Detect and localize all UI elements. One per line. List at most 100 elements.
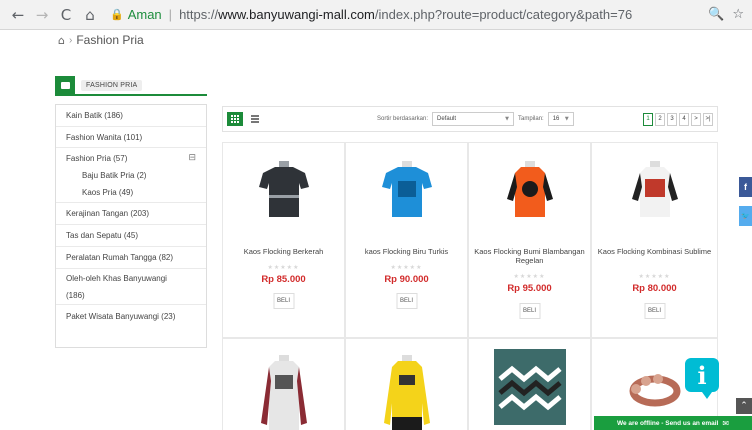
lock-icon: 🔒	[110, 8, 124, 21]
product-image-tshirt[interactable]	[253, 159, 315, 221]
twitter-icon: 🐦	[741, 212, 750, 220]
zoom-icon[interactable]: 🔍	[708, 7, 724, 22]
home-icon[interactable]: ⌂	[80, 5, 100, 25]
breadcrumb-home-icon[interactable]: ⌂	[58, 34, 65, 47]
envelope-icon: ✉	[722, 418, 730, 428]
sidebar-item-kerajinan-tangan[interactable]: Kerajinan Tangan (203)	[56, 203, 206, 225]
sidebar-item-label: Tas dan Sepatu (45)	[66, 231, 139, 240]
breadcrumb: ⌂ › Fashion Pria	[58, 33, 144, 47]
url-host: www.banyuwangi-mall.com	[218, 7, 375, 22]
address-bar[interactable]: https://www.banyuwangi-mall.com/index.ph…	[179, 7, 632, 22]
sort-select[interactable]: Default ▼	[432, 112, 515, 126]
limit-select[interactable]: 16 ▼	[547, 112, 574, 126]
sidebar-subitem-kaos-pria[interactable]: Kaos Pria (49)	[56, 183, 206, 203]
url-scheme: https://	[179, 7, 219, 22]
product-image-tshirt[interactable]	[624, 159, 686, 221]
buy-button[interactable]: BELI	[273, 293, 294, 309]
product-image-tshirt[interactable]	[376, 353, 438, 430]
browser-toolbar: ← → C ⌂ 🔒 Aman | https://www.banyuwangi-…	[0, 0, 752, 30]
rating-stars: ★★★★★	[513, 273, 546, 280]
page-2[interactable]: 2	[655, 112, 665, 126]
chat-offline-label: We are offline - Send us an email	[616, 419, 719, 427]
facebook-icon: f	[744, 182, 747, 192]
chevron-down-icon: ▼	[505, 116, 510, 122]
product-name[interactable]: Kaos Flocking Berkerah	[227, 247, 340, 256]
back-icon[interactable]: ←	[8, 5, 28, 25]
product-image-bracelet[interactable]	[624, 363, 686, 413]
secure-label: Aman	[127, 7, 162, 22]
product-name[interactable]: Kaos Flocking Bumi Blambangan Regelan	[473, 247, 586, 265]
sidebar-item-oleh-oleh[interactable]: Oleh-oleh Khas Banyuwangi (186)	[56, 269, 206, 305]
category-sidebar: Kain Batik (186) Fashion Wanita (101) Fa…	[55, 104, 207, 348]
reload-icon[interactable]: C	[56, 5, 76, 25]
sidebar-item-label: Fashion Pria (57)	[66, 153, 128, 163]
chat-info-button[interactable]: i	[685, 358, 719, 392]
page-3[interactable]: 3	[667, 112, 677, 126]
chevron-up-icon: ⌃	[740, 401, 748, 411]
breadcrumb-separator: ›	[68, 34, 73, 46]
category-title: FASHION PRIA	[81, 79, 143, 91]
url-separator: |	[168, 7, 173, 22]
sidebar-item-label: Kerajinan Tangan (203)	[66, 209, 150, 218]
product-card[interactable]: kaos Flocking Biru Turkis ★★★★★ Rp 90.00…	[345, 142, 468, 338]
rating-stars: ★★★★★	[267, 264, 300, 271]
breadcrumb-current[interactable]: Fashion Pria	[76, 33, 143, 47]
sidebar-subitem-label: Kaos Pria (49)	[82, 188, 134, 197]
sidebar-item-label: Kain Batik (186)	[66, 111, 123, 120]
page-next[interactable]: >	[691, 112, 701, 126]
grid-icon	[231, 115, 239, 123]
page-1[interactable]: 1	[643, 112, 653, 126]
scroll-top-button[interactable]: ⌃	[736, 398, 752, 414]
limit-label: Tampilan:	[518, 116, 544, 122]
sidebar-item-label: Oleh-oleh Khas Banyuwangi (186)	[66, 273, 167, 300]
product-card[interactable]: Kaos Flocking Berkerah ★★★★★ Rp 85.000 B…	[222, 142, 345, 338]
product-card[interactable]	[345, 338, 468, 430]
forward-icon[interactable]: →	[32, 5, 52, 25]
product-card[interactable]	[468, 338, 591, 430]
sidebar-item-kain-batik[interactable]: Kain Batik (186)	[56, 105, 206, 127]
limit-value: 16	[552, 116, 560, 122]
product-price: Rp 90.000	[384, 274, 429, 285]
product-name[interactable]: kaos Flocking Biru Turkis	[350, 247, 463, 256]
buy-button[interactable]: BELI	[519, 303, 540, 319]
sort-value: Default	[437, 116, 457, 122]
grid-view-button[interactable]	[227, 112, 243, 126]
chat-bubble-tail	[702, 392, 712, 399]
product-image-bag[interactable]	[493, 349, 566, 425]
sidebar-item-fashion-wanita[interactable]: Fashion Wanita (101)	[56, 127, 206, 148]
product-card[interactable]	[222, 338, 345, 430]
product-image-tshirt[interactable]	[376, 159, 438, 221]
collapse-icon[interactable]: ⊟	[188, 153, 196, 163]
sidebar-item-label: Paket Wisata Banyuwangi (23)	[66, 311, 176, 321]
product-card[interactable]: Kaos Flocking Bumi Blambangan Regelan ★★…	[468, 142, 591, 338]
sidebar-item-label: Fashion Wanita (101)	[66, 132, 143, 142]
product-name[interactable]: Kaos Flocking Kombinasi Sublime	[596, 247, 713, 256]
product-card[interactable]: Kaos Flocking Kombinasi Sublime ★★★★★ Rp…	[591, 142, 718, 338]
sidebar-item-tas-sepatu[interactable]: Tas dan Sepatu (45)	[56, 225, 206, 247]
product-price: Rp 80.000	[632, 283, 677, 294]
pagination: 1 2 3 4 > >|	[643, 112, 713, 126]
product-toolbar: Sortir berdasarkan: Default ▼ Tampilan: …	[222, 106, 718, 132]
rating-stars: ★★★★★	[638, 273, 671, 280]
product-image-tshirt[interactable]	[253, 353, 315, 430]
sidebar-item-paket-wisata[interactable]: Paket Wisata Banyuwangi (23)	[56, 305, 206, 327]
page-last[interactable]: >|	[703, 112, 713, 126]
chevron-down-icon: ▼	[564, 116, 569, 122]
buy-button[interactable]: BELI	[396, 293, 417, 309]
category-header: FASHION PRIA	[55, 76, 207, 96]
bookmark-star-icon[interactable]: ☆	[732, 7, 744, 22]
page-4[interactable]: 4	[679, 112, 689, 126]
product-price: Rp 85.000	[261, 274, 306, 285]
list-view-button[interactable]	[247, 112, 263, 126]
chat-offline-bar[interactable]: We are offline - Send us an email ✉	[594, 416, 752, 430]
product-price: Rp 95.000	[507, 283, 552, 294]
folder-icon	[55, 76, 75, 94]
sort-label: Sortir berdasarkan:	[377, 116, 429, 122]
buy-button[interactable]: BELI	[644, 303, 665, 319]
twitter-share-button[interactable]: 🐦	[739, 206, 752, 226]
product-image-tshirt[interactable]	[499, 159, 561, 221]
sidebar-subitem-baju-batik-pria[interactable]: Baju Batik Pria (2)	[56, 168, 206, 183]
sidebar-item-fashion-pria[interactable]: Fashion Pria (57) ⊟	[56, 148, 206, 168]
sidebar-item-peralatan-rumah-tangga[interactable]: Peralatan Rumah Tangga (82)	[56, 247, 206, 269]
facebook-share-button[interactable]: f	[739, 177, 752, 197]
